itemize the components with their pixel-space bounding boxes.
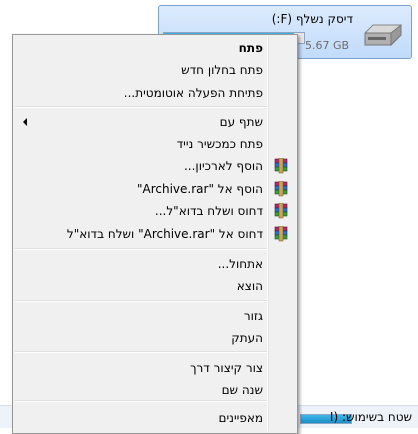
menu-item-label: העתק: [231, 331, 263, 345]
menu-item-label: מאפיינים: [218, 411, 263, 425]
menu-separator: [15, 351, 267, 353]
menu-item-14[interactable]: צור קיצור דרך: [15, 357, 295, 379]
menu-separator: [15, 400, 267, 402]
menu-item-label: פתח: [238, 41, 263, 55]
menu-item-label: פתח כמכשיר נייד: [176, 137, 263, 151]
menu-item-label: פתיחת הפעלה אוטומטית...: [123, 86, 263, 100]
menu-item-label: גזור: [243, 309, 263, 323]
menu-item-12[interactable]: גזור: [15, 305, 295, 327]
menu-item-label: אתחול...: [217, 257, 263, 271]
menu-item-label: הוסף אל "Archive.rar": [136, 182, 263, 196]
menu-item-label: צור קיצור דרך: [190, 361, 263, 375]
menu-item-label: שתף עם: [219, 115, 263, 129]
menu-separator: [15, 106, 267, 108]
menu-item-16[interactable]: מאפיינים: [15, 407, 295, 429]
winrar-icon: [274, 203, 288, 219]
menu-item-4[interactable]: שתף עם: [15, 111, 295, 133]
menu-separator: [15, 248, 267, 250]
menu-item-3[interactable]: פתיחת הפעלה אוטומטית...: [15, 82, 295, 104]
menu-item-7[interactable]: הוסף אל "Archive.rar": [15, 178, 295, 200]
menu-item-label: הוצא: [236, 279, 263, 293]
menu-item-label: פתח בחלון חדש: [181, 63, 263, 77]
menu-item-label: שנה שם: [221, 383, 263, 397]
menu-item-label: דחוס אל "Archive.rar" ושלח בדוא"ל: [66, 227, 263, 241]
menu-item-9[interactable]: דחוס אל "Archive.rar" ושלח בדוא"ל: [15, 223, 295, 245]
status-used-space-label: שטח בשימוש: (I: [329, 410, 412, 424]
winrar-icon: [274, 158, 288, 174]
menu-item-2[interactable]: פתח בחלון חדש: [15, 59, 295, 81]
menu-item-6[interactable]: הוסף לארכיון...: [15, 155, 295, 177]
menu-item-11[interactable]: הוצא: [15, 275, 295, 297]
drive-free-space: 5.67 GB: [305, 39, 350, 52]
menu-item-8[interactable]: דחוס ושלח בדוא"ל...: [15, 200, 295, 222]
winrar-icon: [274, 226, 288, 242]
menu-item-15[interactable]: שנה שם: [15, 379, 295, 401]
menu-item-label: דחוס ושלח בדוא"ל...: [154, 204, 263, 218]
menu-separator: [15, 300, 267, 302]
submenu-arrow-icon: [23, 118, 27, 126]
context-menu: פתח פתח בחלון חדש פתיחת הפעלה אוטומטית... ש…: [12, 34, 298, 434]
drive-title: דיסק נשלף (F:): [271, 12, 353, 26]
menu-item-10[interactable]: אתחול...: [15, 253, 295, 275]
winrar-icon: [274, 181, 288, 197]
menu-item-13[interactable]: העתק: [15, 327, 295, 349]
menu-item-1[interactable]: פתח: [15, 37, 295, 59]
menu-item-label: הוסף לארכיון...: [183, 159, 263, 173]
removable-drive-icon: [364, 23, 402, 47]
menu-item-5[interactable]: פתח כמכשיר נייד: [15, 133, 295, 155]
